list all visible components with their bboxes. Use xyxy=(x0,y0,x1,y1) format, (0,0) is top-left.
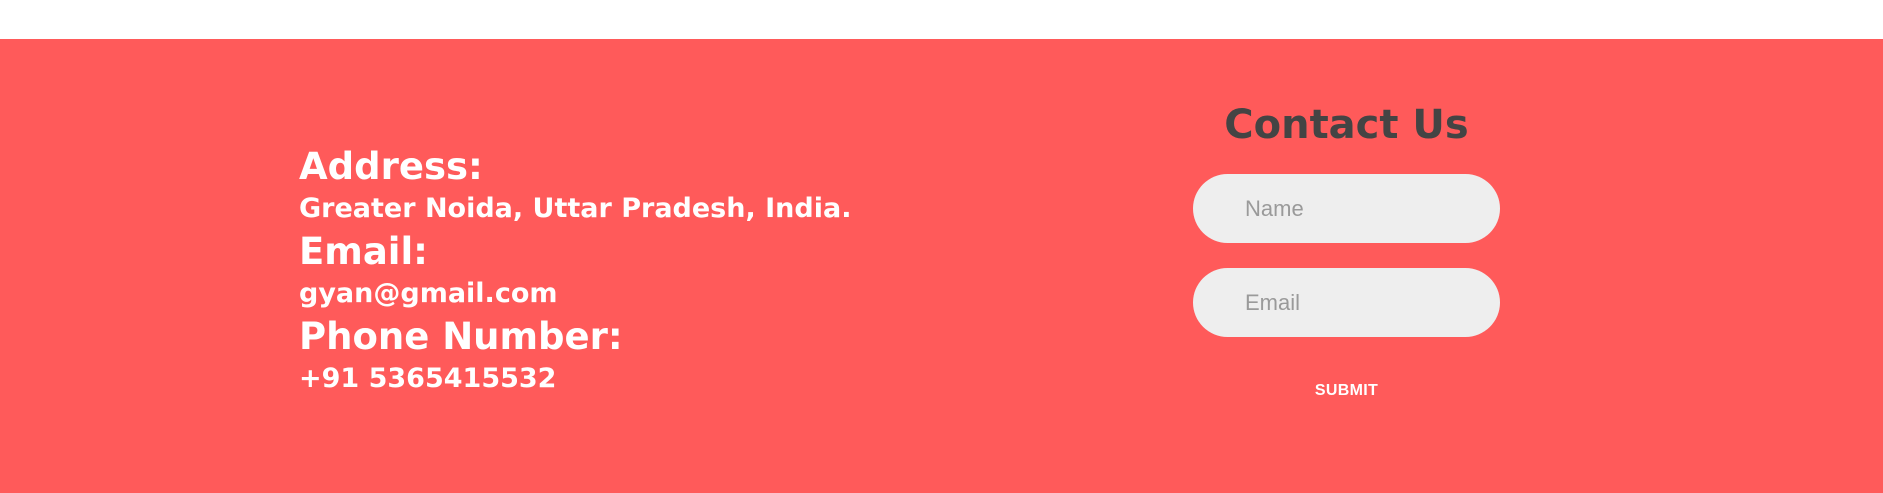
email-value: gyan@gmail.com xyxy=(299,278,558,309)
email-label: Email: xyxy=(299,230,428,273)
name-input[interactable] xyxy=(1193,174,1500,243)
contact-title: Contact Us xyxy=(1224,102,1469,148)
email-input[interactable] xyxy=(1193,268,1500,337)
phone-label: Phone Number: xyxy=(299,315,623,358)
contact-info-block: Address: Greater Noida, Uttar Pradesh, I… xyxy=(299,145,851,400)
submit-button[interactable]: SUBMIT xyxy=(1307,378,1386,404)
address-value: Greater Noida, Uttar Pradesh, India. xyxy=(299,193,852,224)
phone-value: +91 5365415532 xyxy=(299,363,557,394)
footer-section: Address: Greater Noida, Uttar Pradesh, I… xyxy=(0,39,1883,493)
address-label: Address: xyxy=(299,145,483,188)
contact-form: Contact Us SUBMIT xyxy=(1193,99,1500,404)
